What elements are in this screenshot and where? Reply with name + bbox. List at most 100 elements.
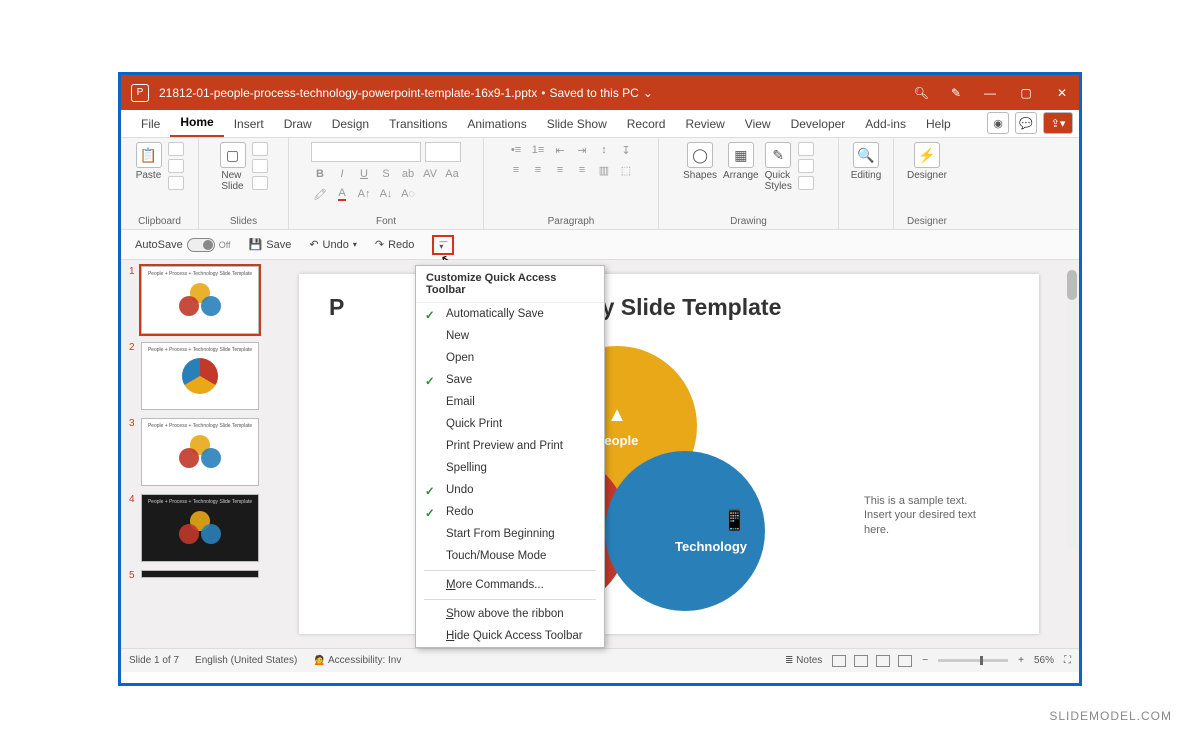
- menu-item-more-commands[interactable]: More Commands...: [416, 574, 604, 596]
- menu-item-save[interactable]: Save: [416, 369, 604, 391]
- align-center-button[interactable]: ≡: [529, 162, 547, 178]
- menu-item-email[interactable]: Email: [416, 391, 604, 413]
- underline-button[interactable]: U: [355, 166, 373, 182]
- designer-button[interactable]: ⚡Designer: [907, 142, 947, 181]
- tab-developer[interactable]: Developer: [781, 111, 856, 137]
- notes-button[interactable]: ≣ Notes: [785, 655, 822, 666]
- sorter-view-button[interactable]: [854, 655, 868, 667]
- reset-icon[interactable]: [252, 159, 268, 173]
- slide-thumbnails-panel[interactable]: 1 People + Process + Technology Slide Te…: [121, 260, 271, 648]
- save-button[interactable]: 💾Save: [245, 236, 296, 253]
- zoom-level[interactable]: 56%: [1034, 655, 1054, 666]
- menu-item-show-above[interactable]: Show above the ribbon: [416, 603, 604, 625]
- align-left-button[interactable]: ≡: [507, 162, 525, 178]
- search-icon[interactable]: 🔍︎: [914, 86, 929, 100]
- bullets-button[interactable]: •≡: [507, 142, 525, 158]
- autosave-toggle[interactable]: AutoSave Off: [131, 236, 235, 254]
- tab-transitions[interactable]: Transitions: [379, 111, 457, 137]
- share-button[interactable]: ⇪▾: [1043, 112, 1073, 134]
- zoom-in-button[interactable]: +: [1018, 655, 1024, 666]
- columns-button[interactable]: ▥: [595, 162, 613, 178]
- save-status[interactable]: Saved to this PC: [549, 86, 638, 100]
- slideshow-view-button[interactable]: [898, 655, 912, 667]
- italic-button[interactable]: I: [333, 166, 351, 182]
- tab-slideshow[interactable]: Slide Show: [537, 111, 617, 137]
- slide-canvas[interactable]: Pechnology Slide Template ▲ People 👥 Pro…: [299, 274, 1039, 634]
- numbering-button[interactable]: 1≡: [529, 142, 547, 158]
- slide-thumbnail-5[interactable]: [141, 570, 259, 578]
- indent-dec-button[interactable]: ⇤: [551, 142, 569, 158]
- smartart-button[interactable]: ⬚: [617, 162, 635, 178]
- pen-icon[interactable]: ✎: [951, 86, 961, 100]
- font-name-input[interactable]: [311, 142, 421, 162]
- tab-file[interactable]: File: [131, 111, 170, 137]
- justify-button[interactable]: ≡: [573, 162, 591, 178]
- undo-button[interactable]: ↶Undo▾: [305, 236, 361, 253]
- slide-thumbnail-4[interactable]: People + Process + Technology Slide Temp…: [141, 494, 259, 562]
- layout-icon[interactable]: [252, 142, 268, 156]
- slide-thumbnail-2[interactable]: People + Process + Technology Slide Temp…: [141, 342, 259, 410]
- menu-item-printpreview[interactable]: Print Preview and Print: [416, 435, 604, 457]
- menu-item-startbegin[interactable]: Start From Beginning: [416, 523, 604, 545]
- menu-item-redo[interactable]: Redo: [416, 501, 604, 523]
- bold-button[interactable]: B: [311, 166, 329, 182]
- slide-canvas-area[interactable]: Pechnology Slide Template ▲ People 👥 Pro…: [271, 260, 1079, 648]
- align-right-button[interactable]: ≡: [551, 162, 569, 178]
- tab-design[interactable]: Design: [322, 111, 379, 137]
- slide-thumbnail-1[interactable]: People + Process + Technology Slide Temp…: [141, 266, 259, 334]
- case-button[interactable]: Aa: [443, 166, 461, 182]
- redo-button[interactable]: ↷Redo: [371, 236, 419, 253]
- spacing-button[interactable]: AV: [421, 166, 439, 182]
- new-slide-button[interactable]: ▢ New Slide: [220, 142, 246, 192]
- editing-button[interactable]: 🔍Editing: [851, 142, 882, 181]
- menu-item-new[interactable]: New: [416, 325, 604, 347]
- shape-fill-icon[interactable]: [798, 142, 814, 156]
- menu-item-undo[interactable]: Undo: [416, 479, 604, 501]
- font-size-input[interactable]: [425, 142, 461, 162]
- shadow-button[interactable]: ab: [399, 166, 417, 182]
- menu-item-touchmouse[interactable]: Touch/Mouse Mode: [416, 545, 604, 567]
- slide-thumbnail-3[interactable]: People + Process + Technology Slide Temp…: [141, 418, 259, 486]
- language-status[interactable]: English (United States): [195, 655, 297, 666]
- menu-item-quickprint[interactable]: Quick Print: [416, 413, 604, 435]
- tab-review[interactable]: Review: [675, 111, 734, 137]
- tab-view[interactable]: View: [735, 111, 781, 137]
- minimize-button[interactable]: —: [983, 86, 997, 100]
- shape-outline-icon[interactable]: [798, 159, 814, 173]
- font-color-button[interactable]: A: [333, 186, 351, 202]
- line-spacing-button[interactable]: ↕: [595, 142, 613, 158]
- section-icon[interactable]: [252, 176, 268, 190]
- strike-button[interactable]: S: [377, 166, 395, 182]
- slide-counter[interactable]: Slide 1 of 7: [129, 655, 179, 666]
- comments-button[interactable]: 💬: [1015, 112, 1037, 134]
- tab-draw[interactable]: Draw: [274, 111, 322, 137]
- indent-inc-button[interactable]: ⇥: [573, 142, 591, 158]
- vertical-scrollbar[interactable]: [1067, 270, 1077, 550]
- tab-help[interactable]: Help: [916, 111, 961, 137]
- tab-addins[interactable]: Add-ins: [855, 111, 916, 137]
- reading-view-button[interactable]: [876, 655, 890, 667]
- arrange-button[interactable]: ▦Arrange: [723, 142, 759, 181]
- quick-styles-button[interactable]: ✎Quick Styles: [765, 142, 792, 192]
- cut-icon[interactable]: [168, 142, 184, 156]
- text-direction-button[interactable]: ↧: [617, 142, 635, 158]
- shapes-button[interactable]: ◯Shapes: [683, 142, 717, 181]
- tab-home[interactable]: Home: [170, 109, 223, 137]
- decrease-font-button[interactable]: A↓: [377, 186, 395, 202]
- shape-effects-icon[interactable]: [798, 176, 814, 190]
- increase-font-button[interactable]: A↑: [355, 186, 373, 202]
- accessibility-status[interactable]: 🙍 Accessibility: Inv: [313, 655, 401, 666]
- zoom-out-button[interactable]: −: [922, 655, 928, 666]
- tab-insert[interactable]: Insert: [224, 111, 274, 137]
- record-button[interactable]: ◉: [987, 112, 1009, 134]
- menu-item-spelling[interactable]: Spelling: [416, 457, 604, 479]
- tab-record[interactable]: Record: [617, 111, 676, 137]
- customize-qat-button[interactable]: —▾ ↖: [432, 235, 454, 255]
- format-painter-icon[interactable]: [168, 176, 184, 190]
- copy-icon[interactable]: [168, 159, 184, 173]
- sample-text[interactable]: This is a sample text. Insert your desir…: [864, 494, 984, 537]
- maximize-button[interactable]: ▢: [1019, 86, 1033, 100]
- close-button[interactable]: ✕: [1055, 86, 1069, 100]
- menu-item-hide-qat[interactable]: Hide Quick Access Toolbar: [416, 625, 604, 647]
- fit-button[interactable]: ⛶: [1064, 655, 1071, 666]
